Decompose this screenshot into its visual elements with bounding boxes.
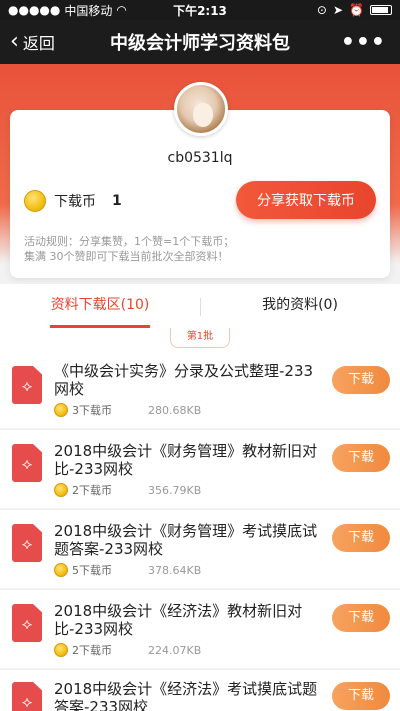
file-size: 280.68KB: [148, 403, 202, 417]
battery-icon: [370, 5, 392, 15]
avatar-face: [193, 103, 213, 127]
tab-download-area-label: 资料下载区(10): [50, 297, 150, 313]
more-button[interactable]: •••: [310, 30, 400, 55]
pdf-icon: [12, 604, 42, 642]
batch-badge: 第1批: [170, 328, 230, 348]
location-icon: ➤: [332, 3, 344, 17]
pdf-icon: [12, 444, 42, 482]
rules-line-2: 集满 30个赞即可下载当前批次全部资料！: [24, 250, 229, 263]
file-title: 2018中级会计《财务管理》考试摸底试题答案-233网校: [54, 522, 318, 558]
tab-download-area[interactable]: 资料下载区(10): [0, 284, 200, 328]
list-item[interactable]: 2018中级会计《经济法》考试摸底试题答案-233网校 下载: [0, 670, 400, 711]
file-meta: 5下载币 378.64KB: [54, 562, 201, 578]
coin-count: 1: [112, 193, 122, 209]
file-title: 2018中级会计《经济法》教材新旧对比-233网校: [54, 602, 303, 638]
lock-rotation-icon: ⊙: [316, 3, 327, 17]
pdf-icon: [12, 366, 42, 404]
avatar: [174, 82, 228, 136]
tab-my-files[interactable]: 我的资料(0): [200, 284, 400, 328]
file-price: 3下载币: [72, 404, 112, 417]
coin-icon: [54, 403, 68, 417]
tab-my-files-label: 我的资料(0): [262, 297, 338, 313]
nav-bar: ‹ 返回 中级会计师学习资料包 •••: [0, 20, 400, 64]
list-item[interactable]: 2018中级会计《财务管理》教材新旧对比-233网校 2下载币 356.79KB…: [0, 430, 400, 508]
file-price: 2下载币: [72, 644, 112, 657]
download-button[interactable]: 下载: [332, 444, 390, 472]
download-button[interactable]: 下载: [332, 366, 390, 394]
back-label: 返回: [22, 34, 55, 53]
list-item[interactable]: 2018中级会计《经济法》教材新旧对比-233网校 2下载币 224.07KB …: [0, 590, 400, 668]
coin-icon: [54, 563, 68, 577]
pdf-icon: [12, 524, 42, 562]
wifi-icon: ◠: [116, 3, 127, 17]
file-meta: 2下载币 356.79KB: [54, 482, 201, 498]
list-item[interactable]: 2018中级会计《财务管理》考试摸底试题答案-233网校 5下载币 378.64…: [0, 510, 400, 588]
file-title: 2018中级会计《经济法》考试摸底试题答案-233网校: [54, 680, 318, 711]
tab-divider: [200, 298, 201, 316]
file-size: 356.79KB: [148, 483, 202, 497]
username: cb0531lq: [167, 150, 233, 166]
file-size: 378.64KB: [148, 563, 202, 577]
download-button[interactable]: 下载: [332, 604, 390, 632]
list-item[interactable]: 《中级会计实务》分录及公式整理-233网校 3下载币 280.68KB 下载: [0, 352, 400, 428]
download-button[interactable]: 下载: [332, 524, 390, 552]
batch-row: 第1批: [0, 328, 400, 352]
file-price: 2下载币: [72, 484, 112, 497]
coin-label: 下载币: [54, 194, 96, 210]
file-meta: 3下载币 280.68KB: [54, 402, 201, 418]
file-price: 5下载币: [72, 564, 112, 577]
status-right: ⊙ ➤ ⏰: [317, 3, 392, 17]
file-meta: 2下载币 224.07KB: [54, 642, 201, 658]
coin-icon: [54, 483, 68, 497]
coin-icon: [24, 190, 46, 212]
rules-line-1: 活动规则：分享集赞，1个赞=1个下载币；: [24, 235, 235, 248]
coin-balance: 下载币 1: [24, 190, 122, 212]
back-button[interactable]: ‹ 返回: [0, 30, 90, 54]
activity-rules: 活动规则：分享集赞，1个赞=1个下载币； 集满 30个赞即可下载当前批次全部资料…: [24, 234, 374, 264]
pdf-icon: [12, 682, 42, 711]
file-size: 224.07KB: [148, 643, 202, 657]
status-left: ●●●●● 中国移动 ◠: [8, 2, 317, 19]
chevron-left-icon: ‹: [10, 29, 19, 54]
coin-icon: [54, 643, 68, 657]
carrier-label: 中国移动: [64, 3, 113, 18]
share-button[interactable]: 分享获取下载币: [236, 181, 376, 219]
status-bar: ●●●●● 中国移动 ◠ 下午2:13 ⊙ ➤ ⏰: [0, 0, 400, 20]
download-button[interactable]: 下载: [332, 682, 390, 710]
signal-icon: ●●●●●: [8, 3, 61, 17]
alarm-icon: ⏰: [349, 3, 364, 17]
file-title: 2018中级会计《财务管理》教材新旧对比-233网校: [54, 442, 318, 478]
file-title: 《中级会计实务》分录及公式整理-233网校: [54, 362, 314, 398]
page-title: 中级会计师学习资料包: [110, 33, 290, 54]
